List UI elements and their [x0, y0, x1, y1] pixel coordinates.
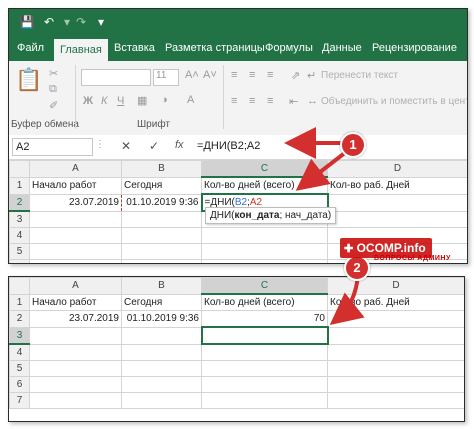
step-1-badge: 1 — [340, 132, 366, 158]
watermark-subtitle: ВОПРОСЫ АДМИНУ — [374, 255, 451, 262]
plus-icon: ✚ — [344, 243, 354, 255]
step-2-badge: 2 — [344, 255, 370, 281]
watermark-text: OCOMP.info — [356, 241, 426, 255]
annotation-arrows — [284, 127, 365, 326]
arrow-to-cell-c2 — [295, 150, 348, 191]
